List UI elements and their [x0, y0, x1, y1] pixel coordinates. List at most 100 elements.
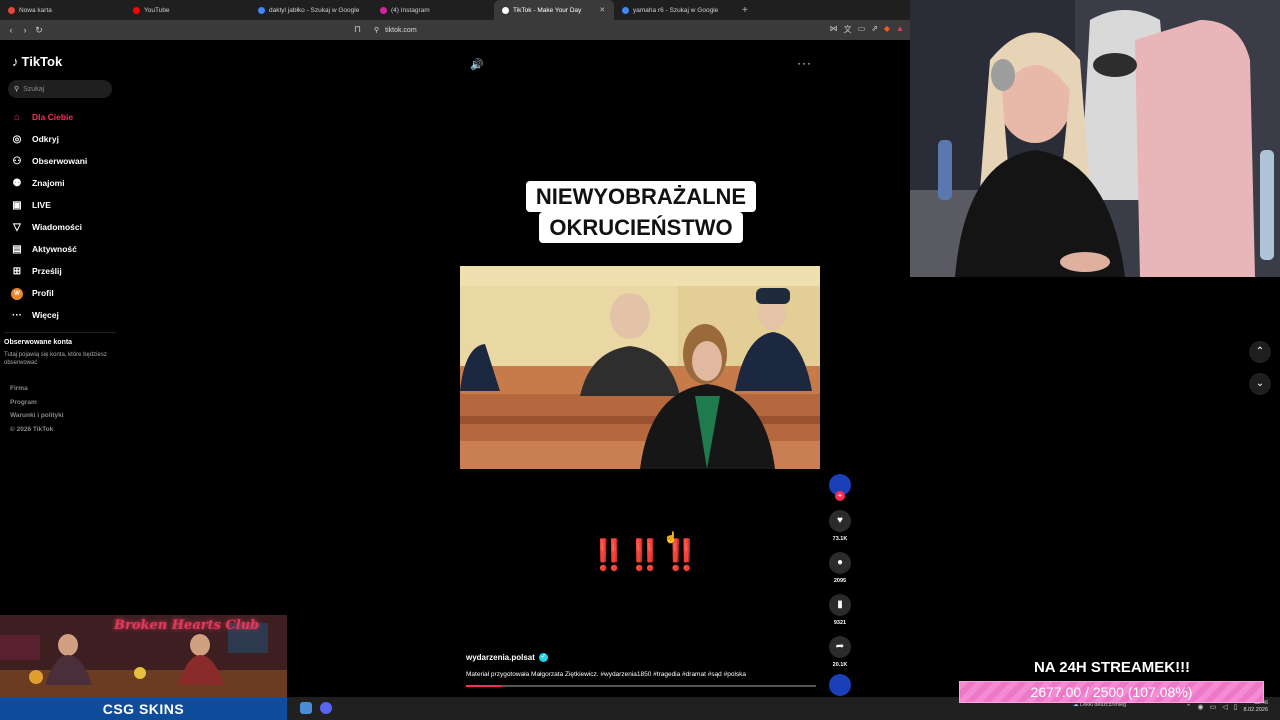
share-icon[interactable]: ⇗ — [871, 24, 878, 35]
share-arrow-icon[interactable]: ➦ — [829, 636, 851, 658]
close-tab-icon[interactable]: ✕ — [599, 6, 605, 14]
tiktok-logo[interactable]: ♪ TikTok — [12, 54, 62, 69]
compass-icon: ◎ — [12, 133, 22, 145]
video-player[interactable] — [460, 266, 820, 469]
heart-icon[interactable]: ♥ — [829, 510, 851, 532]
address-field[interactable]: ⚲ tiktok.com — [374, 20, 417, 40]
tab-tiktok[interactable]: TikTok - Make Your Day ✕ — [494, 0, 614, 20]
friends-icon: ⚉ — [12, 177, 22, 189]
scroll-down-button[interactable]: ⌄ — [1249, 373, 1271, 395]
sponsor-banner: CSG SKINS — [0, 697, 287, 720]
browser-url-bar: ‹ › ↻ ⊓ ⚲ tiktok.com ⋈ 文 ▭ ⇗ ◆ ▲ — [0, 20, 910, 40]
followed-accounts-title: Obserwowane konta — [4, 339, 73, 346]
followed-accounts-hint: Tutaj pojawią się konta, które będziesz … — [4, 352, 107, 366]
sidebar-divider — [4, 332, 116, 333]
back-icon[interactable]: ‹ — [4, 25, 18, 35]
tab-youtube[interactable]: YouTube — [125, 0, 250, 20]
tab-instagram[interactable]: (4) Instagram — [372, 0, 494, 20]
scroll-up-button[interactable]: ⌃ — [1249, 341, 1271, 363]
sidebar-item-for-you[interactable]: ⌂ Dla Ciebie — [10, 106, 87, 128]
sidebar-item-friends[interactable]: ⚉ Znajomi — [10, 172, 87, 194]
rewards-icon[interactable]: ▲ — [896, 24, 904, 35]
footer-link-terms[interactable]: Warunki i polityki — [10, 412, 64, 426]
tab-new[interactable]: Nowa karta — [0, 0, 125, 20]
volume-tray-icon[interactable]: ◁ — [1222, 703, 1227, 711]
footer-link-company[interactable]: Firma — [10, 385, 64, 399]
volume-icon[interactable]: 🔊 — [470, 58, 484, 71]
sidebar-item-messages[interactable]: ▽ Wiadomości — [10, 216, 87, 238]
exclamation-marks: ‼️‼️‼️ — [590, 539, 700, 572]
like-action[interactable]: ♥ 73.1K — [828, 510, 852, 542]
courtroom-video-frame — [460, 266, 820, 469]
discord-icon[interactable] — [320, 702, 332, 714]
follow-plus-icon[interactable]: + — [835, 491, 845, 501]
sidebar-item-upload[interactable]: ⊞ Prześlij — [10, 260, 87, 282]
sidebar-item-profile[interactable]: W Profil — [10, 282, 87, 304]
sidebar-item-activity[interactable]: ▤ Aktywność — [10, 238, 87, 260]
user-follow-icon: ⚇ — [12, 155, 22, 167]
video-progress-bar[interactable] — [466, 685, 816, 687]
forward-icon[interactable]: › — [18, 25, 32, 35]
profile-avatar: W — [11, 287, 23, 300]
share-action[interactable]: ➦ 20.1K — [828, 636, 852, 668]
video-progress-fill — [466, 685, 501, 687]
mouse-cursor-icon: ☝ — [664, 532, 678, 544]
network-icon[interactable]: ▭ — [1210, 703, 1217, 711]
sound-disc-icon[interactable] — [829, 674, 851, 696]
extension-icon[interactable]: ⋈ — [830, 24, 838, 35]
cast-icon[interactable]: ▭ — [858, 24, 866, 35]
sidebar-item-more[interactable]: ··· Więcej — [10, 304, 87, 326]
site-info-icon[interactable]: ⚲ — [374, 26, 379, 34]
youtube-icon — [133, 6, 140, 14]
search-input[interactable]: ⚲ Szukaj — [8, 80, 112, 98]
footer-link-program[interactable]: Program — [10, 399, 64, 413]
sidebar-item-live[interactable]: ▣ LIVE — [10, 194, 87, 216]
stream-ad-banner: Broken Hearts Club — [0, 615, 287, 697]
battery-icon[interactable]: ▯ — [1234, 703, 1238, 711]
message-icon: ▽ — [13, 221, 21, 233]
tab-google-yamaha[interactable]: yamaha r6 - Szukaj w Google — [614, 0, 734, 20]
author-avatar[interactable]: + — [829, 474, 851, 501]
search-icon: ⚲ — [14, 86, 20, 93]
file-explorer-icon[interactable] — [300, 702, 312, 714]
browser-tab-bar: Nowa karta YouTube daktyl jabłko - Szuka… — [0, 0, 910, 20]
webcam-feed — [910, 0, 1280, 277]
more-options-icon[interactable]: ··· — [797, 56, 812, 70]
live-icon: ▣ — [12, 199, 22, 211]
stream-goal-bar: 2677.00 / 2500 (107.08%) — [959, 681, 1264, 703]
tray-app-icon[interactable]: ◉ — [1198, 703, 1204, 711]
bookmark-icon[interactable]: ▮ — [829, 594, 851, 616]
chevron-down-icon: ⌄ — [1255, 378, 1265, 389]
tiktok-note-icon: ♪ — [12, 54, 19, 69]
more-icon: ··· — [12, 309, 22, 321]
streamer-webcam-image — [910, 0, 1280, 277]
brave-shield-icon[interactable]: ◆ — [884, 24, 890, 35]
chevron-up-tray-icon[interactable]: ⌃ — [1186, 703, 1192, 711]
video-caption: Materiał przygotowała Małgorzata Ziętkie… — [466, 671, 747, 678]
ad-title: Broken Hearts Club — [114, 618, 260, 633]
sidebar-item-explore[interactable]: ◎ Odkryj — [10, 128, 87, 150]
stream-goal-title: NA 24H STREAMEK!!! — [1033, 659, 1191, 676]
google-icon — [622, 6, 629, 14]
save-action[interactable]: ▮ 9321 — [828, 594, 852, 626]
sidebar-item-following[interactable]: ⚇ Obserwowani — [10, 150, 88, 172]
comment-icon[interactable]: ● — [829, 552, 851, 574]
google-icon — [258, 6, 265, 14]
bookmark-icon[interactable]: ⊓ — [354, 24, 361, 35]
new-tab-button[interactable]: + — [734, 5, 756, 16]
comment-action[interactable]: ● 2095 — [828, 552, 852, 584]
sidebar-footer: Firma Program Warunki i polityki © 2026 … — [10, 385, 64, 439]
chevron-up-icon: ⌃ — [1255, 346, 1265, 357]
tab-google-daktyl[interactable]: daktyl jabłko - Szukaj w Google — [250, 0, 372, 20]
footer-copyright: © 2026 TikTok — [10, 425, 54, 433]
translate-icon[interactable]: 文 — [844, 24, 852, 35]
reload-icon[interactable]: ↻ — [32, 25, 46, 36]
upload-icon: ⊞ — [12, 265, 22, 277]
sidebar-menu: ⌂ Dla Ciebie ◎ Odkryj ⚇ Obserwowani ⚉ Znajom… — [10, 106, 87, 326]
verified-badge-icon: ✓ — [538, 653, 548, 662]
home-icon: ⌂ — [13, 111, 21, 123]
instagram-icon — [380, 6, 387, 14]
video-author[interactable]: wydarzenia.polsat ✓ — [466, 653, 548, 662]
activity-icon: ▤ — [12, 243, 22, 255]
tab-favicon — [8, 6, 15, 14]
